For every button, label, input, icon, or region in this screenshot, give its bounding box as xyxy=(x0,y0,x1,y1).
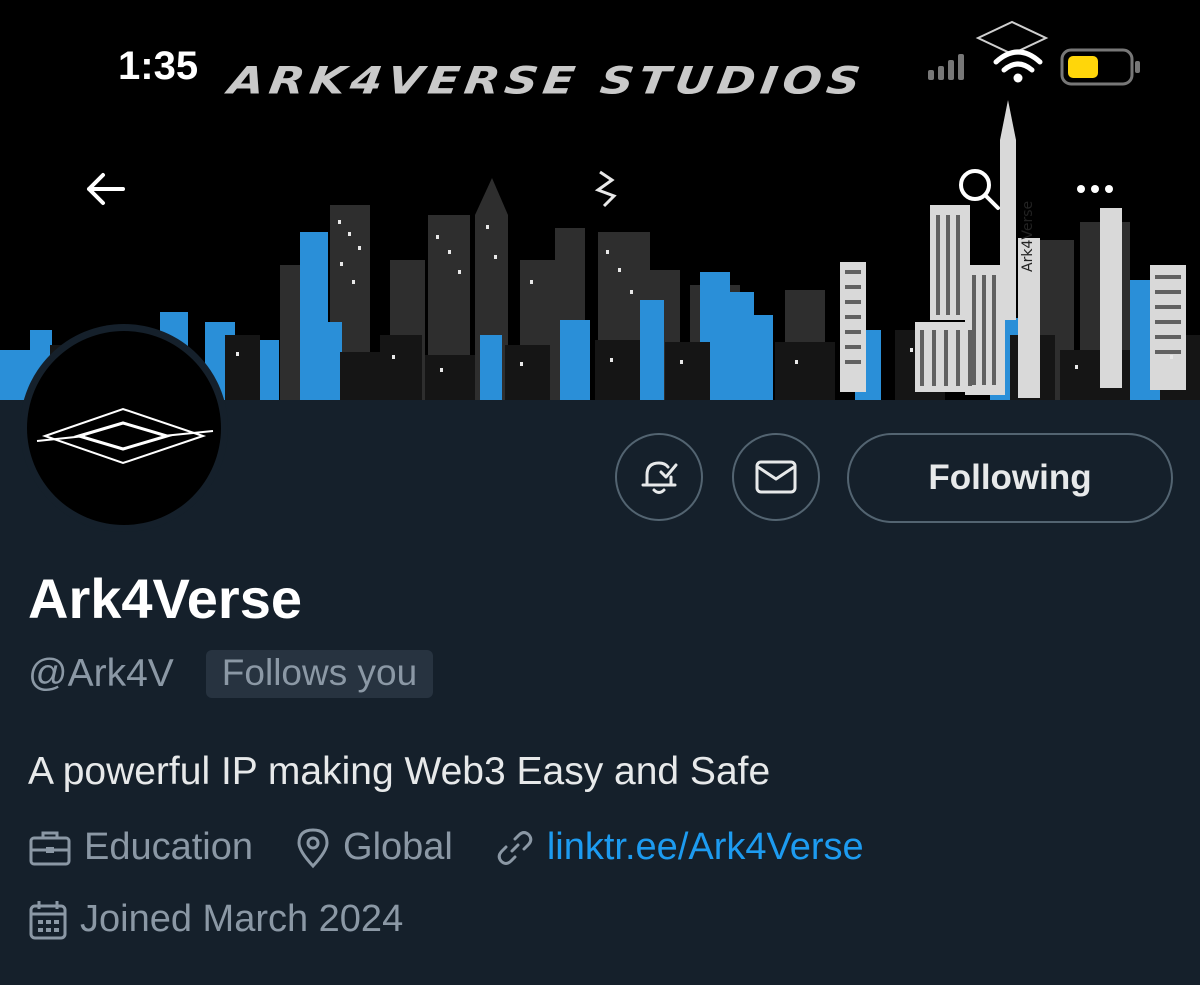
avatar[interactable] xyxy=(20,324,228,532)
following-button[interactable]: Following xyxy=(847,433,1173,523)
category-label: Education xyxy=(84,826,254,868)
link-icon xyxy=(497,830,533,865)
status-time: 1:35 xyxy=(118,44,199,88)
location-label: Global xyxy=(343,826,453,868)
cellular-signal-icon xyxy=(928,54,964,80)
location-item: Global xyxy=(295,826,453,869)
avatar-image xyxy=(27,331,221,525)
more-button[interactable] xyxy=(1062,156,1128,222)
ark4verse-logo xyxy=(36,407,214,465)
joined-date: Joined March 2024 xyxy=(28,898,403,941)
notifications-button[interactable] xyxy=(615,433,703,521)
follows-you-badge: Follows you xyxy=(205,650,434,698)
bell-check-icon xyxy=(641,461,678,494)
location-pin-icon xyxy=(297,827,329,868)
category-item: Education xyxy=(28,826,253,869)
calendar-icon xyxy=(29,900,67,939)
website-link[interactable]: linktr.ee/Ark4Verse xyxy=(547,826,864,869)
message-button[interactable] xyxy=(732,433,820,521)
briefcase-icon xyxy=(29,831,71,865)
back-button[interactable] xyxy=(72,156,138,222)
bio: A powerful IP making Web3 Easy and Safe xyxy=(28,750,771,793)
arrow-left-icon xyxy=(87,173,125,205)
status-icons xyxy=(928,48,1140,86)
website-item[interactable]: linktr.ee/Ark4Verse xyxy=(495,826,864,869)
display-name: Ark4Verse xyxy=(28,567,303,630)
search-button[interactable] xyxy=(946,156,1012,222)
envelope-icon xyxy=(755,460,797,494)
more-icon xyxy=(1077,185,1113,193)
joined-label: Joined March 2024 xyxy=(80,898,404,940)
search-icon xyxy=(959,169,1000,210)
wifi-icon xyxy=(993,49,1043,73)
profile-meta-row: Education Global linktr.ee/Ark4Verse xyxy=(28,826,906,869)
handle: @Ark4V xyxy=(28,652,174,695)
handle-row: @Ark4V Follows you xyxy=(28,650,434,698)
banner-title: ARK4VERSE STUDIOS xyxy=(225,58,869,103)
battery-icon xyxy=(1060,48,1140,86)
tower-label: Ark4Verse xyxy=(1020,201,1036,272)
